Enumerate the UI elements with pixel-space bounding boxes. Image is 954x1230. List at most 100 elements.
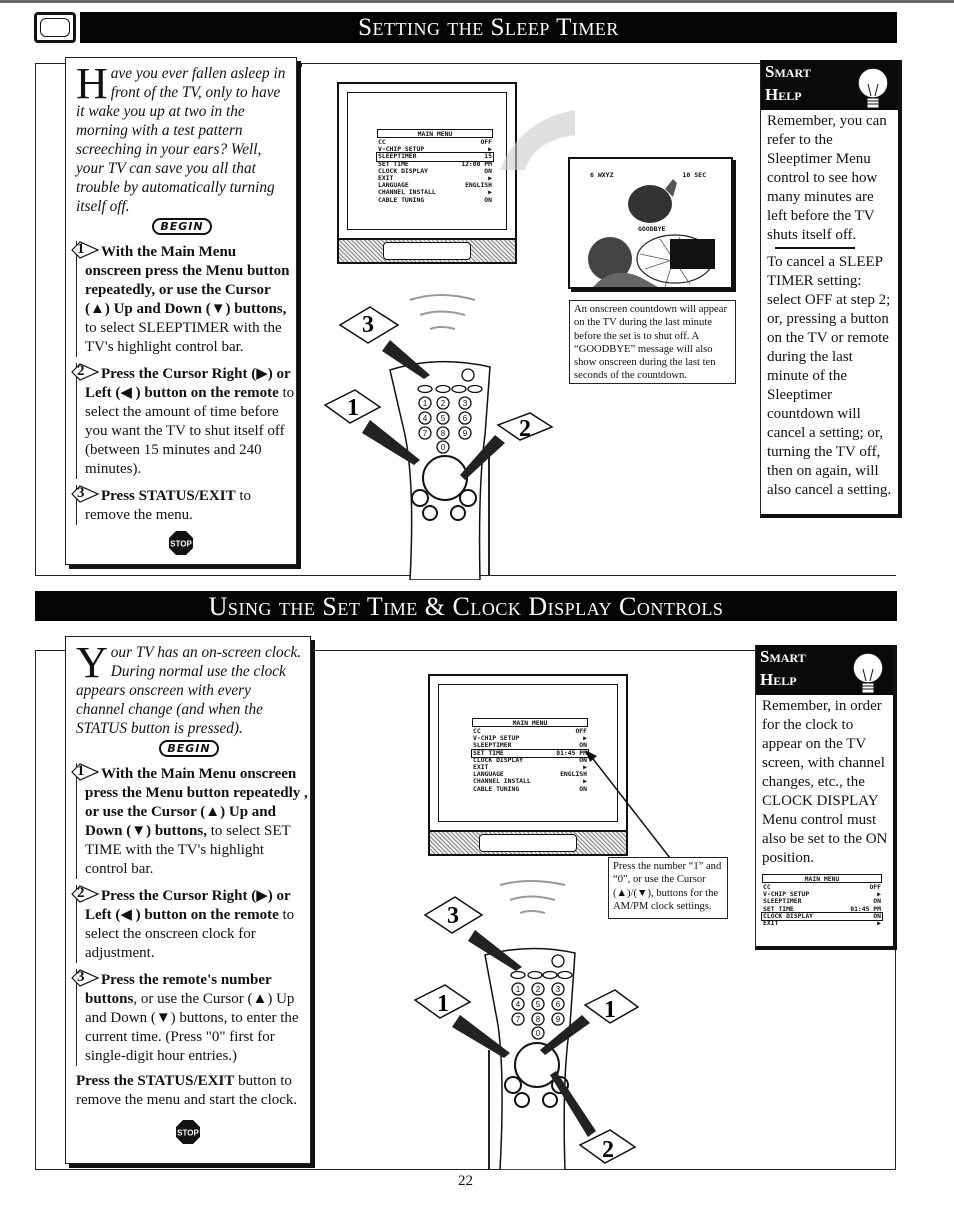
- marker-label: 1: [604, 997, 616, 1023]
- menu-row-label: CABLE TUNING: [378, 195, 425, 204]
- smart-help-text: Remember, in order for the clock to appe…: [762, 698, 888, 866]
- mini-main-menu: MAIN MENU CC OFF V-CHIP SETUP ▶ SLEEPTIMER ON…: [761, 874, 883, 927]
- smart-help-box: Smart Help Remember, you can refer to th…: [760, 60, 902, 518]
- begin-badge: BEGIN: [152, 218, 212, 235]
- svg-text:4: 4: [423, 414, 428, 423]
- step-bold-text: With the Main Menu onscreen press the Me…: [85, 244, 290, 317]
- countdown-caption: An onscreen countdown will appear on the…: [569, 300, 736, 384]
- svg-text:7: 7: [516, 1015, 521, 1024]
- stop-sign-icon: STOP: [169, 531, 193, 555]
- goodbye-message: GOODBYE: [638, 225, 666, 233]
- marker-label: 1: [347, 395, 359, 421]
- step-number-icon: 3: [71, 969, 99, 987]
- instructions-panel: Have you ever fallen asleep in front of …: [65, 57, 297, 565]
- step-3: 3 Press the remote's number buttons, or …: [66, 969, 310, 1066]
- step-bold-text: Press STATUS/EXIT: [101, 488, 236, 504]
- stop-label: STOP: [170, 540, 192, 549]
- marker-label: 2: [519, 416, 531, 442]
- step-number: 2: [77, 363, 85, 379]
- svg-text:2: 2: [441, 399, 446, 408]
- top-rule: [0, 0, 954, 3]
- svg-text:2: 2: [536, 985, 541, 994]
- step-2: 2 Press the Cursor Right (▶) or Left (◀ …: [66, 885, 310, 963]
- svg-text:0: 0: [441, 443, 446, 452]
- intro-paragraph: Have you ever fallen asleep in front of …: [66, 58, 296, 235]
- tv-control-panel: [339, 238, 515, 262]
- intro-paragraph: Your TV has an on-screen clock. During n…: [66, 637, 310, 757]
- tv-icon: [34, 12, 76, 43]
- divider-line: [775, 247, 855, 249]
- divider-line: [300, 63, 302, 67]
- tv-main-menu: MAIN MENU CC OFF V-CHIP SETUP ▶ SLEEPTIMER 15…: [376, 129, 494, 204]
- smart-help-box: Smart Help Remember, in order for the cl…: [755, 645, 897, 950]
- menu-row: CLOCK DISPLAY ON: [472, 756, 588, 764]
- svg-text:9: 9: [556, 1015, 561, 1024]
- section-title-text: Setting the Sleep Timer: [358, 14, 619, 41]
- menu-row-label: EXIT: [763, 918, 779, 927]
- svg-text:3: 3: [556, 985, 561, 994]
- step-bold-text: Press the STATUS/EXIT: [76, 1073, 235, 1089]
- step-number-icon: 1: [71, 241, 99, 259]
- menu-row: CABLE TUNING ON: [472, 784, 588, 793]
- menu-row: EXIT ▶: [762, 918, 882, 927]
- section-title-sleep-timer: Setting the Sleep Timer: [80, 12, 897, 43]
- tv-main-menu: MAIN MENU CC OFF V-CHIP SETUP ▶ SLEEPTIMER ON…: [471, 718, 589, 793]
- step-2: 2 Press the Cursor Right (▶) or Left (◀ …: [66, 363, 296, 479]
- page-number: 22: [458, 1173, 473, 1189]
- menu-row: CABLE TUNING ON: [377, 195, 493, 204]
- svg-text:1: 1: [516, 985, 521, 994]
- step-marker-3: 3: [338, 306, 430, 379]
- intro-text: our TV has an on-screen clock. During no…: [76, 644, 302, 737]
- step-number-icon: 3: [71, 485, 99, 503]
- menu-row-label: CABLE TUNING: [473, 784, 520, 793]
- svg-text:9: 9: [463, 429, 468, 438]
- final-step: Press the STATUS/EXIT button to remove t…: [66, 1066, 310, 1110]
- step-text: to select SLEEPTIMER with the TV's highl…: [85, 320, 282, 355]
- menu-row: CLOCK DISPLAY ON: [377, 167, 493, 175]
- step-1: 1 With the Main Menu onscreen press the …: [66, 241, 296, 357]
- signal-shading: [500, 110, 575, 170]
- marker-label: 2: [602, 1137, 614, 1163]
- step-number-icon: 2: [71, 885, 99, 903]
- svg-text:7: 7: [423, 429, 428, 438]
- stop-sign-icon: STOP: [176, 1120, 200, 1144]
- step-number: 1: [77, 763, 85, 779]
- svg-text:6: 6: [556, 1000, 561, 1009]
- svg-text:5: 5: [536, 1000, 541, 1009]
- step-3: 3 Press STATUS/EXIT to remove the menu.: [66, 485, 296, 525]
- step-number: 3: [77, 969, 85, 985]
- svg-text:3: 3: [463, 399, 468, 408]
- smart-help-header: Smart Help: [761, 60, 898, 110]
- lightbulb-icon: [852, 652, 884, 694]
- instructions-panel: Your TV has an on-screen clock. During n…: [65, 636, 311, 1164]
- remote-control-illustration: 1 2 3 4 5 6 7 8 9 0 3 1 2: [323, 294, 554, 580]
- lightbulb-icon: [857, 67, 889, 109]
- step-marker-3: 3: [423, 896, 522, 971]
- basketball-player-illustration: [588, 179, 715, 287]
- svg-text:6: 6: [463, 414, 468, 423]
- menu-title: MAIN MENU: [377, 129, 493, 138]
- step-bold-text: Press the Cursor Right (▶) or Left (◀ ) …: [85, 888, 291, 923]
- remote-control-illustration: 1 2 3 4 5 6 7 8 9 0 3 1 1 2: [413, 880, 640, 1170]
- menu-row-value: ▶: [877, 918, 881, 927]
- tv-illustration: MAIN MENU CC OFF V-CHIP SETUP ▶ SLEEPTIMER 15…: [337, 82, 517, 264]
- svg-text:0: 0: [536, 1029, 541, 1038]
- menu-title: MAIN MENU: [762, 874, 882, 883]
- step-bold-text: Press the Cursor Right (▶) or Left (◀ ) …: [85, 366, 291, 401]
- smart-help-text: To cancel a SLEEP TIMER setting: select …: [767, 253, 892, 498]
- step-number: 3: [77, 485, 85, 501]
- tv-screen-countdown-image: 6 WXYZ 10 SEC GOODBYE: [568, 157, 733, 289]
- step-number: 1: [77, 241, 85, 257]
- menu-title: MAIN MENU: [472, 718, 588, 727]
- dropcap: H: [76, 59, 108, 108]
- marker-label: 1: [437, 991, 449, 1017]
- svg-text:5: 5: [441, 414, 446, 423]
- menu-row: CLOCK DISPLAY ON: [761, 911, 883, 921]
- step-number: 2: [77, 885, 85, 901]
- svg-text:8: 8: [441, 429, 446, 438]
- svg-text:8: 8: [536, 1015, 541, 1024]
- step-1: 1 With the Main Menu onscreen press the …: [66, 763, 310, 879]
- marker-label: 3: [362, 312, 374, 338]
- section-title-set-time: Using the Set Time & Clock Display Contr…: [35, 591, 897, 621]
- begin-badge: BEGIN: [159, 740, 219, 757]
